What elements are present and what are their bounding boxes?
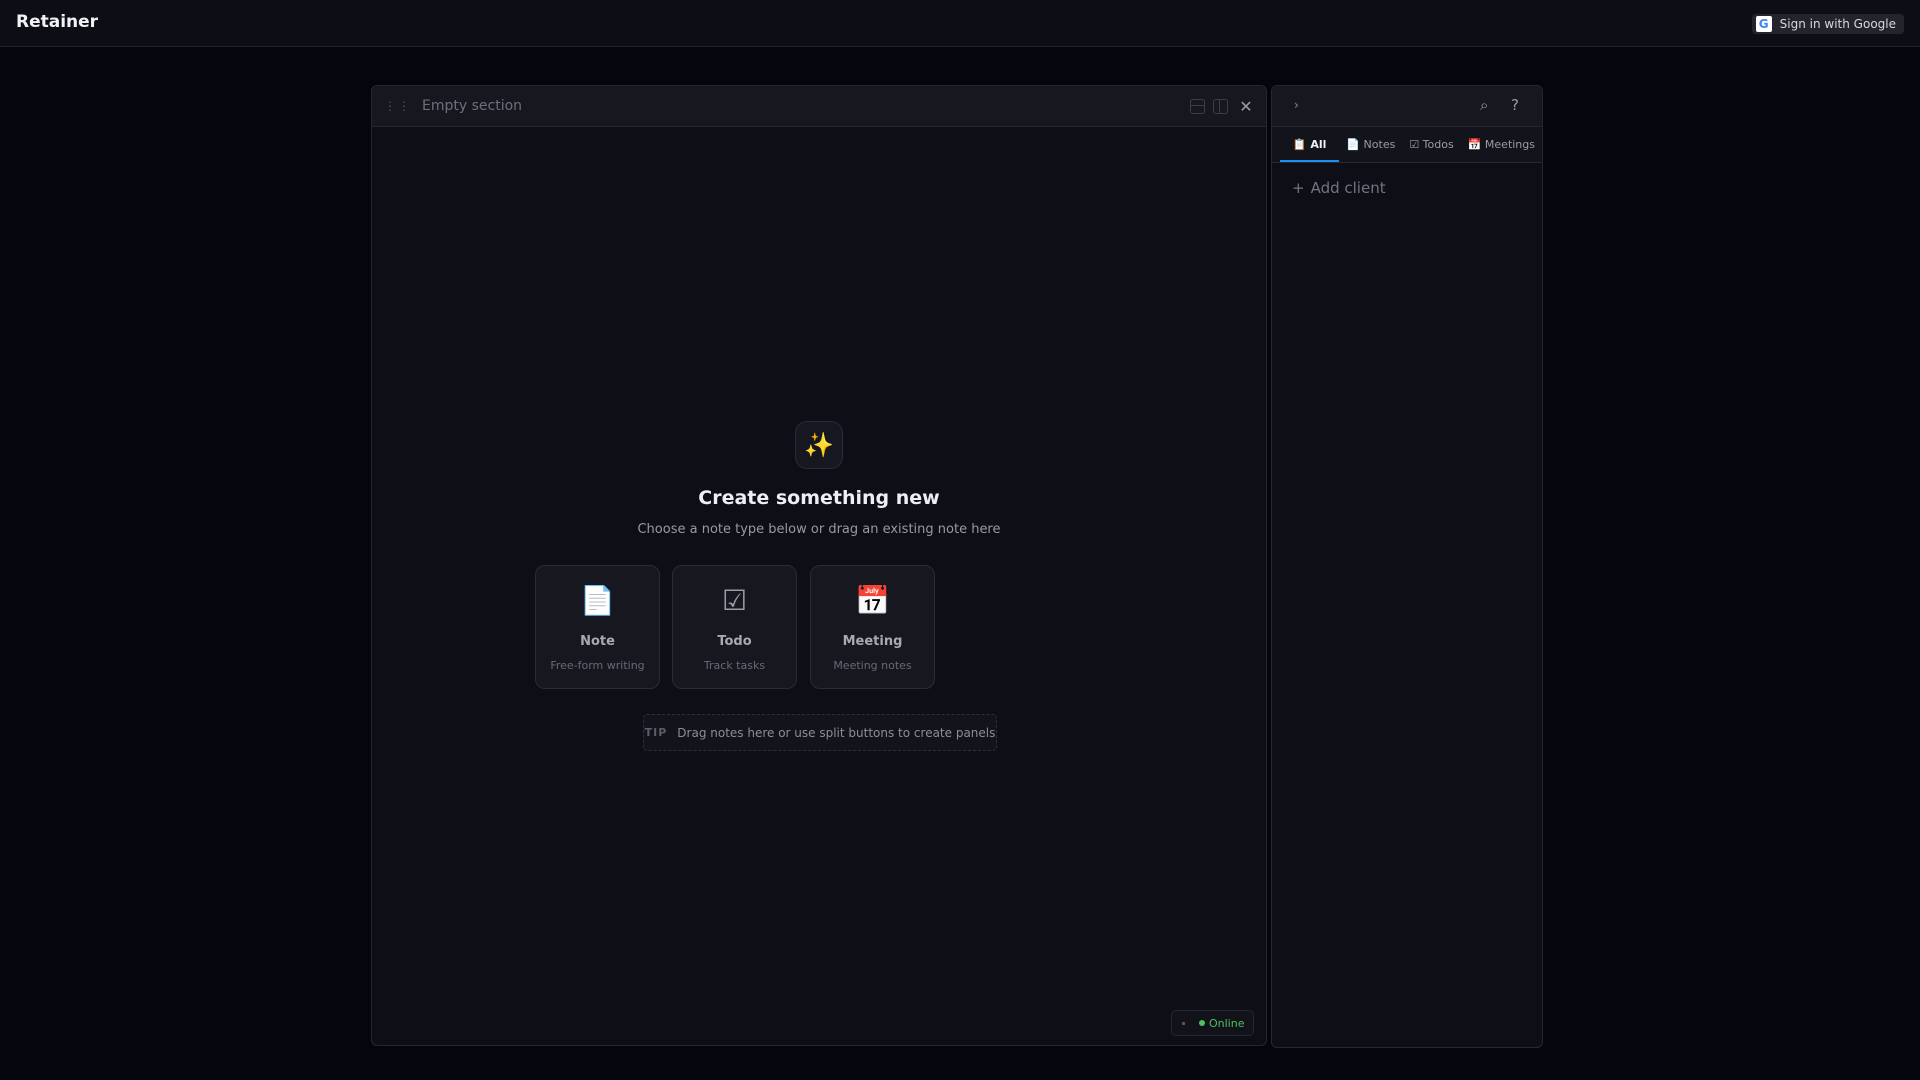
todo-icon: ☑ — [721, 584, 748, 617]
panel-title: Empty section — [422, 98, 523, 114]
create-meeting-card[interactable]: 📅 Meeting Meeting notes — [810, 565, 935, 689]
sidebar: › ⌕ ? 📋 All 📄 Notes ☑ Todos 📅 Meetings +… — [1271, 85, 1543, 1048]
online-dot-icon — [1199, 1020, 1205, 1026]
tab-all[interactable]: 📋 All — [1280, 127, 1340, 162]
status-text: Online — [1209, 1016, 1245, 1030]
card-desc: Track tasks — [703, 659, 766, 672]
tab-meetings[interactable]: 📅 Meetings — [1461, 127, 1542, 162]
tip-box: TIP Drag notes here or use split buttons… — [643, 714, 997, 751]
tip-label: TIP — [644, 726, 668, 739]
app-title: Retainer — [16, 12, 99, 32]
add-client-button[interactable]: + Add client — [1292, 179, 1392, 197]
search-icon[interactable]: ⌕ — [1480, 96, 1488, 114]
calendar-icon: 📅 — [855, 584, 890, 617]
empty-section-panel: ⋮⋮ Empty section ✕ ✨ Create something ne… — [371, 85, 1267, 1046]
sparkle-icon: ✨ — [795, 421, 843, 469]
close-panel-button[interactable]: ✕ — [1236, 97, 1256, 116]
card-label: Meeting — [842, 634, 903, 649]
card-label: Todo — [717, 634, 752, 649]
google-icon: G — [1755, 16, 1772, 32]
create-todo-card[interactable]: ☑ Todo Track tasks — [672, 565, 797, 689]
sign-in-google-button[interactable]: G Sign in with Google — [1751, 14, 1904, 34]
help-icon[interactable]: ? — [1511, 96, 1519, 114]
panel-header: ⋮⋮ Empty section ✕ — [372, 86, 1266, 127]
empty-heading: Create something new — [698, 487, 940, 509]
sidebar-header: › ⌕ ? — [1272, 86, 1542, 127]
collapse-chevron-icon[interactable]: › — [1294, 98, 1299, 112]
empty-subheading: Choose a note type below or drag an exis… — [637, 522, 1001, 537]
note-icon: 📄 — [580, 584, 615, 617]
tab-todos[interactable]: ☑ Todos — [1402, 127, 1460, 162]
status-indicator-icon — [1182, 1021, 1185, 1025]
card-desc: Free-form writing — [550, 659, 645, 672]
create-note-card[interactable]: 📄 Note Free-form writing — [535, 565, 660, 689]
status-badge: Online — [1171, 1010, 1254, 1036]
split-vertical-button[interactable] — [1213, 99, 1228, 114]
filter-tabs: 📋 All 📄 Notes ☑ Todos 📅 Meetings — [1272, 127, 1542, 163]
tab-notes[interactable]: 📄 Notes — [1339, 127, 1402, 162]
drag-handle-icon[interactable]: ⋮⋮ — [384, 99, 412, 113]
tip-text: Drag notes here or use split buttons to … — [677, 725, 996, 740]
sign-in-label: Sign in with Google — [1779, 17, 1896, 31]
card-desc: Meeting notes — [833, 659, 912, 672]
top-bar: Retainer G Sign in with Google — [0, 0, 1920, 47]
split-horizontal-button[interactable] — [1190, 99, 1205, 114]
plus-icon: + — [1292, 179, 1305, 197]
add-client-label: Add client — [1310, 179, 1386, 197]
card-label: Note — [580, 634, 615, 649]
